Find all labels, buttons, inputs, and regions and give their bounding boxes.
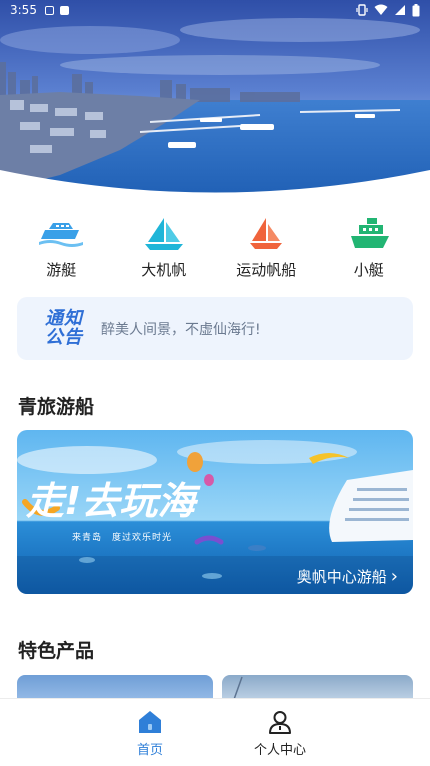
notice-bar[interactable]: 通知 公告 醉美人间景，不虚仙海行! bbox=[17, 297, 413, 360]
sport-sailboat-icon bbox=[244, 215, 288, 253]
user-icon bbox=[269, 711, 291, 734]
status-time: 3:55 bbox=[10, 3, 37, 17]
section-title-featured: 特色产品 bbox=[18, 640, 95, 662]
sailboat-icon bbox=[142, 215, 186, 253]
notice-badge-line2: 公告 bbox=[45, 326, 83, 348]
app-screen: 3:55 游艇 大机帆 运动帆船 小艇 通知 公告 醉美人间景，不虚仙海行! 青… bbox=[0, 0, 430, 766]
chevron-right-icon: › bbox=[390, 566, 398, 587]
banner-subtitle: 来青岛 度过欢乐时光 bbox=[72, 533, 173, 543]
section-title-cruise: 青旅游船 bbox=[18, 396, 95, 418]
category-label: 大机帆 bbox=[141, 261, 187, 279]
category-large-sailboat[interactable]: 大机帆 bbox=[119, 215, 209, 285]
battery-icon bbox=[412, 3, 420, 16]
category-label: 运动帆船 bbox=[236, 261, 297, 279]
yacht-icon bbox=[39, 215, 84, 253]
category-grid: 游艇 大机帆 运动帆船 小艇 bbox=[0, 215, 430, 285]
status-bar: 3:55 bbox=[0, 0, 430, 20]
nav-home[interactable]: 首页 bbox=[105, 699, 195, 766]
banner-caption[interactable]: 奥帆中心游船 › bbox=[297, 566, 398, 587]
signal-icon bbox=[395, 5, 405, 15]
notice-badge: 通知 公告 bbox=[39, 307, 89, 348]
banner-slogan: 走!去玩海 bbox=[26, 479, 196, 523]
small-boat-icon bbox=[347, 215, 391, 253]
app-notification-icon bbox=[59, 5, 69, 15]
notice-text: 醉美人间景，不虚仙海行! bbox=[101, 321, 261, 338]
nav-profile-label: 个人中心 bbox=[253, 743, 306, 758]
category-sport-sailboat[interactable]: 运动帆船 bbox=[221, 215, 311, 285]
nav-profile[interactable]: 个人中心 bbox=[235, 699, 325, 766]
vibrate-icon bbox=[356, 4, 368, 16]
category-small-boat[interactable]: 小艇 bbox=[324, 215, 414, 285]
category-label: 游艇 bbox=[46, 261, 77, 279]
category-yacht[interactable]: 游艇 bbox=[16, 215, 106, 285]
category-label: 小艇 bbox=[353, 261, 384, 279]
bottom-nav: 首页 个人中心 bbox=[0, 698, 430, 766]
nav-home-label: 首页 bbox=[136, 743, 163, 758]
notice-badge-line1: 通知 bbox=[45, 307, 83, 329]
wifi-icon bbox=[374, 4, 388, 15]
banner-caption-text: 奥帆中心游船 bbox=[296, 568, 387, 586]
home-icon bbox=[139, 711, 161, 733]
notification-icon bbox=[44, 5, 54, 15]
hero-banner-image: 3:55 bbox=[0, 0, 430, 200]
